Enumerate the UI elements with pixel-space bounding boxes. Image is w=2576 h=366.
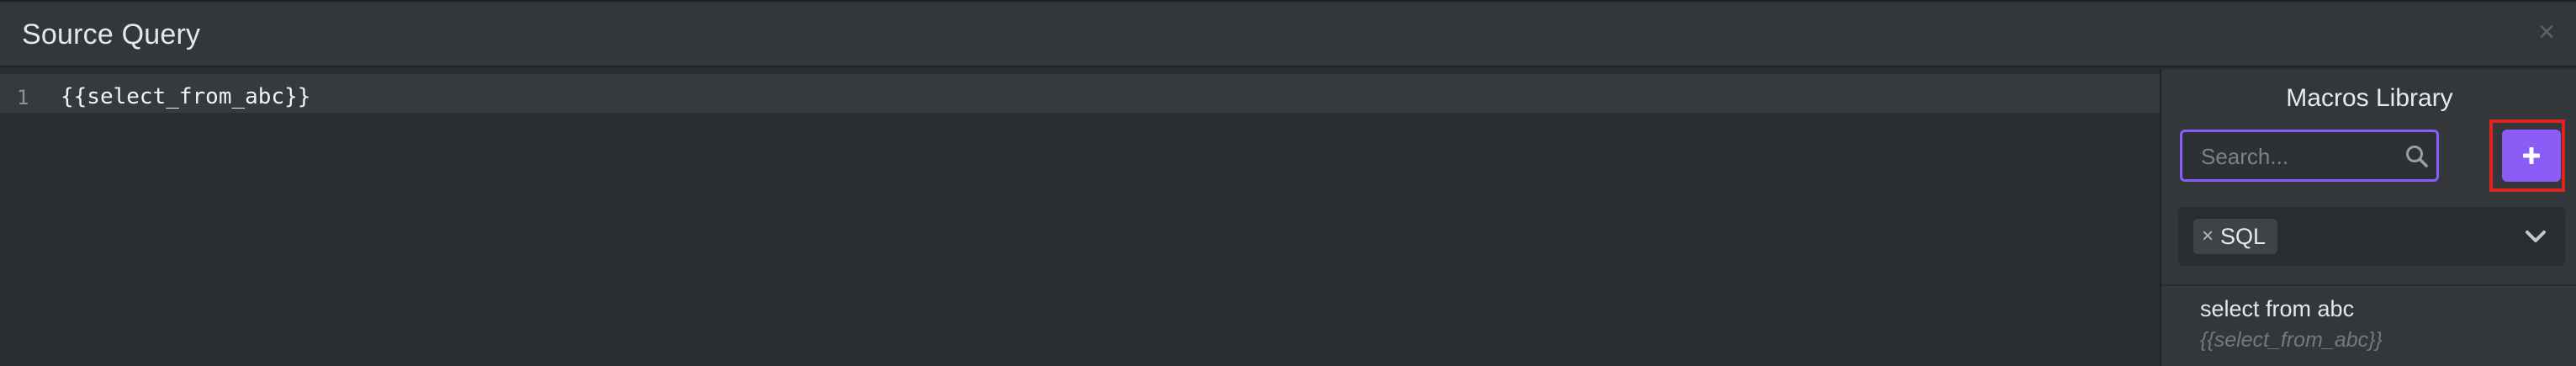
- macros-library-title: Macros Library: [2286, 84, 2453, 112]
- code-text[interactable]: {{select_from_abc}}: [61, 84, 310, 109]
- search-icon[interactable]: [2404, 144, 2430, 169]
- filter-tag: × SQL: [2193, 219, 2278, 254]
- macro-list-item[interactable]: select from abc {{select_from_abc}}: [2161, 289, 2576, 366]
- divider: [2161, 284, 2576, 286]
- add-macro-button[interactable]: [2502, 130, 2561, 182]
- code-editor[interactable]: 1 {{select_from_abc}}: [0, 69, 2160, 366]
- active-code-line[interactable]: 1 {{select_from_abc}}: [0, 74, 2160, 113]
- remove-tag-icon[interactable]: ×: [2202, 225, 2214, 248]
- modal-title: Source Query: [22, 19, 201, 50]
- plus-icon: [2523, 147, 2540, 164]
- line-number: 1: [17, 86, 29, 109]
- close-icon[interactable]: ×: [2535, 18, 2558, 46]
- macro-name: select from abc: [2200, 296, 2355, 321]
- macro-code: {{select_from_abc}}: [2200, 328, 2383, 352]
- chevron-down-icon[interactable]: [2525, 227, 2547, 246]
- search-input[interactable]: [2199, 141, 2404, 172]
- tag-filter-select[interactable]: × SQL: [2178, 207, 2565, 266]
- modal-header: Source Query ×: [0, 2, 2576, 67]
- tag-label: SQL: [2220, 223, 2267, 249]
- macros-library-panel: Macros Library × SQL select from abc {{s…: [2160, 69, 2576, 366]
- search-box[interactable]: [2180, 130, 2439, 182]
